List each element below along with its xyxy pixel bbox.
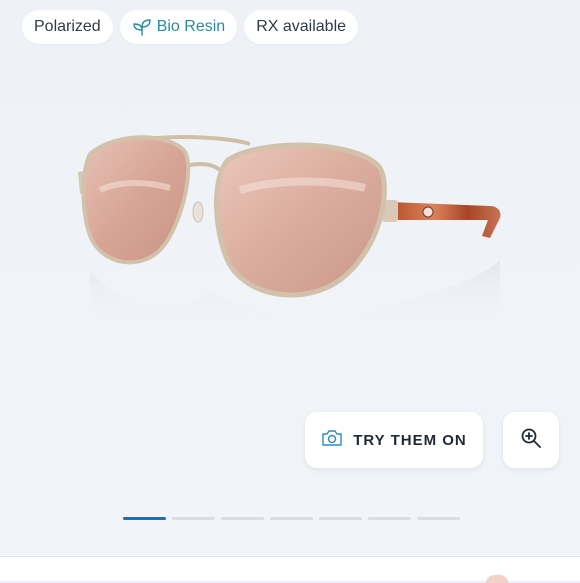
badge-label: Bio Resin [156,18,226,35]
badge-polarized: Polarized [22,10,113,44]
zoom-button[interactable] [503,412,559,468]
badge-label: RX available [256,18,347,35]
badge-bio-resin: Bio Resin [119,10,238,44]
product-gallery: Polarized Bio Resin RX available TRY THE… [0,0,580,556]
carousel-dot-1[interactable] [123,517,166,520]
product-image[interactable] [60,120,520,350]
badge-rx-available: RX available [244,10,359,44]
carousel-dot-7[interactable] [417,517,460,520]
camera-icon [321,429,343,452]
try-them-on-button[interactable]: TRY THEM ON [305,412,483,468]
carousel-dot-2[interactable] [172,517,215,520]
leaf-icon [132,17,152,37]
feature-badges: Polarized Bio Resin RX available [22,10,359,44]
carousel-dot-4[interactable] [270,517,313,520]
carousel-indicators [123,517,460,520]
carousel-dot-3[interactable] [221,517,264,520]
try-them-on-label: TRY THEM ON [353,431,467,449]
zoom-in-icon [520,427,542,454]
carousel-dot-6[interactable] [368,517,411,520]
badge-label: Polarized [34,18,101,35]
color-swatch-edge[interactable] [486,575,508,583]
carousel-dot-5[interactable] [319,517,362,520]
